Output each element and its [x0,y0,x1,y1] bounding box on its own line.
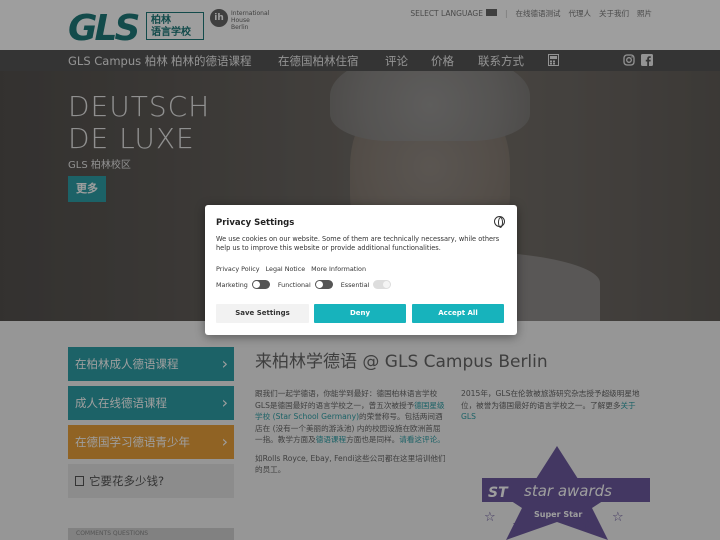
save-settings-button[interactable]: Save Settings [216,304,309,323]
consent-toggles: Marketing Functional Essential [216,280,392,289]
globe-icon[interactable] [494,216,505,228]
dialog-text: We use cookies on our website. Some of t… [216,235,500,252]
toggle-label: Essential [340,280,370,289]
privacy-settings-dialog: Privacy Settings We use cookies on our w… [205,205,517,335]
more-information-link[interactable]: More Information [311,265,366,273]
toggle-switch[interactable] [251,280,270,289]
toggle-essential: Essential [341,280,392,289]
dialog-links: Privacy Policy Legal Notice More Informa… [216,265,366,273]
toggle-label: Functional [277,280,311,289]
legal-notice-link[interactable]: Legal Notice [266,265,306,273]
accept-all-button[interactable]: Accept All [412,304,504,323]
toggle-functional[interactable]: Functional [278,280,333,289]
privacy-policy-link[interactable]: Privacy Policy [216,265,260,273]
toggle-switch[interactable] [314,280,333,289]
dialog-title: Privacy Settings [216,218,295,228]
toggle-switch-disabled [373,280,392,289]
deny-button[interactable]: Deny [314,304,406,323]
toggle-label: Marketing [216,280,248,289]
toggle-marketing[interactable]: Marketing [216,280,270,289]
